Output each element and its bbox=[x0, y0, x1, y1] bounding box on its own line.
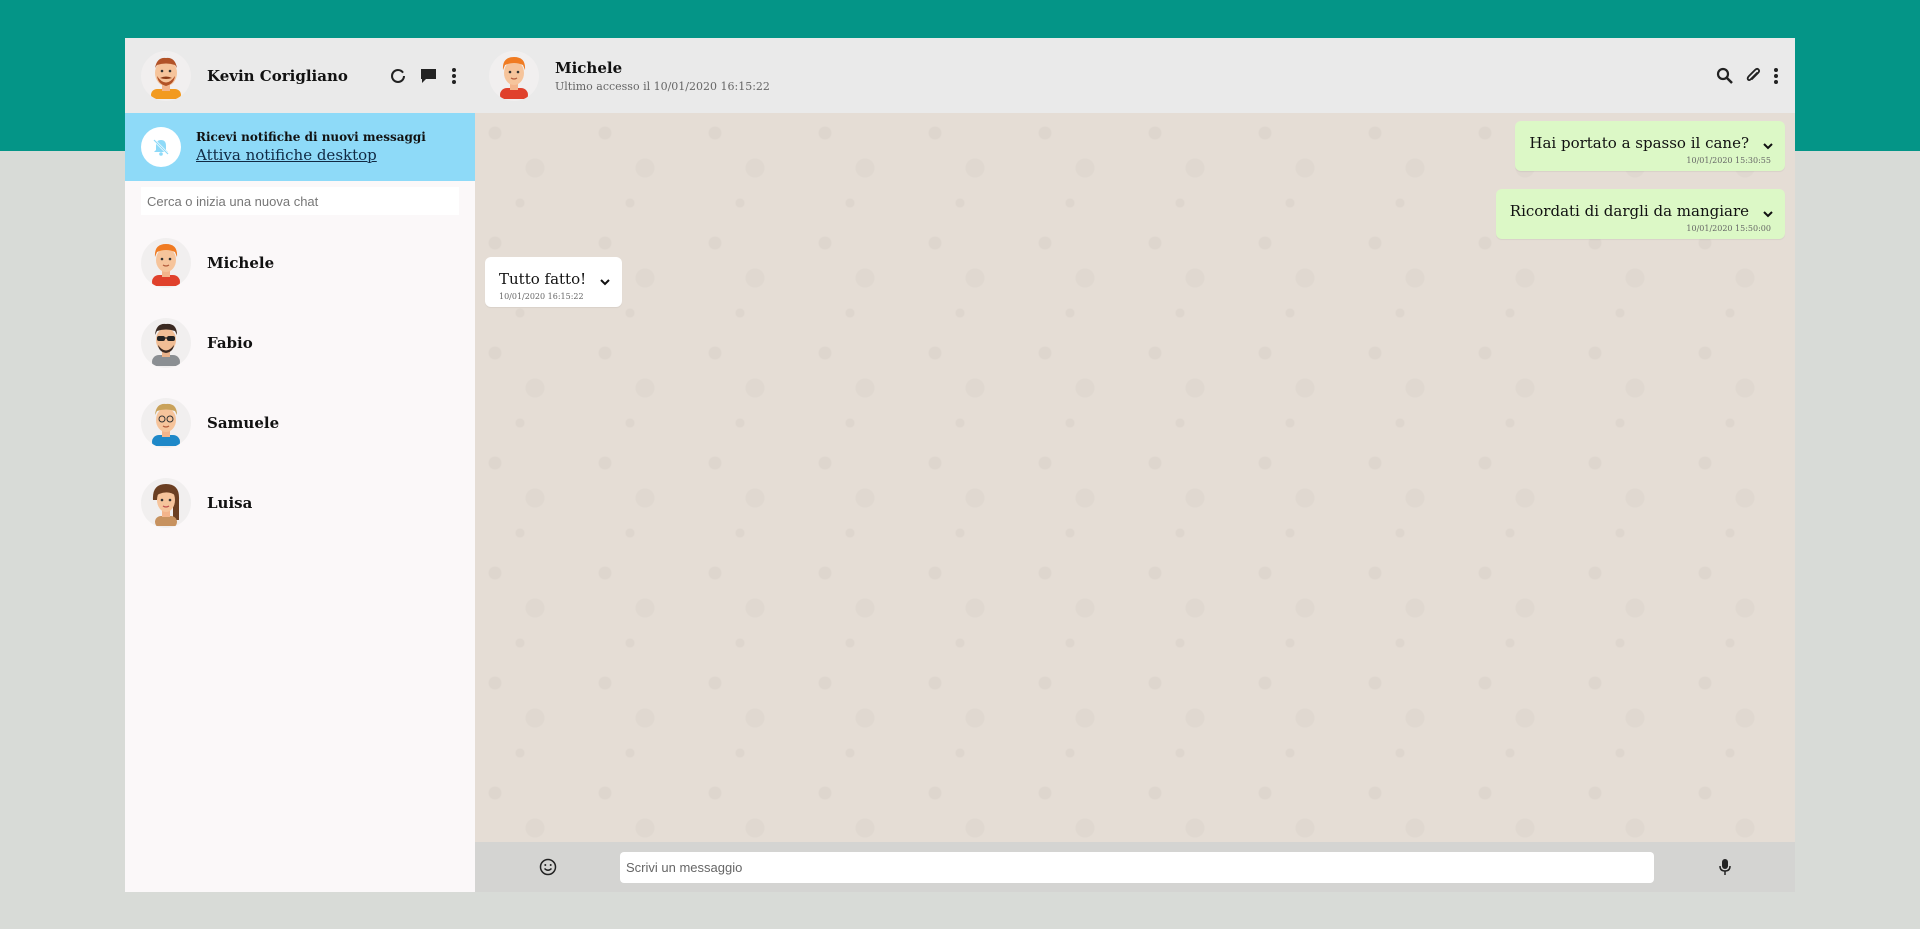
menu-dots-icon[interactable] bbox=[451, 67, 457, 85]
sidebar: Kevin Corigliano Ricevi notifiche di nuo… bbox=[125, 38, 475, 892]
message-text: Ricordati di dargli da mangiare bbox=[1509, 202, 1749, 220]
user-name: Kevin Corigliano bbox=[207, 66, 348, 85]
enable-notifications-link[interactable]: Attiva notifiche desktop bbox=[196, 146, 377, 164]
contact-item-luisa[interactable]: Luisa bbox=[125, 463, 475, 543]
contact-list: Michele Fabio Samuele Luisa bbox=[125, 223, 475, 543]
app-window: Kevin Corigliano Ricevi notifiche di nuo… bbox=[125, 38, 1795, 892]
search-input[interactable] bbox=[141, 187, 459, 215]
chat-title: Michele Ultimo accesso il 10/01/2020 16:… bbox=[555, 59, 1716, 93]
contact-name: Fabio bbox=[207, 334, 253, 352]
message-row: Hai portato a spasso il cane? 10/01/2020… bbox=[485, 121, 1785, 171]
chat-avatar[interactable] bbox=[489, 50, 539, 101]
sidebar-header-actions bbox=[390, 67, 457, 85]
contact-item-samuele[interactable]: Samuele bbox=[125, 383, 475, 463]
contact-item-michele[interactable]: Michele bbox=[125, 223, 475, 303]
contact-avatar bbox=[141, 398, 191, 448]
search-icon[interactable] bbox=[1716, 67, 1733, 84]
chevron-down-icon[interactable] bbox=[1763, 203, 1773, 222]
search-bar bbox=[125, 181, 475, 223]
menu-dots-icon[interactable] bbox=[1773, 67, 1779, 85]
sent-message-bubble[interactable]: Ricordati di dargli da mangiare 10/01/20… bbox=[1495, 189, 1785, 239]
sidebar-header: Kevin Corigliano bbox=[125, 38, 475, 113]
message-timestamp: 10/01/2020 15:50:00 bbox=[1686, 224, 1771, 233]
contact-item-fabio[interactable]: Fabio bbox=[125, 303, 475, 383]
chat-header-actions bbox=[1716, 67, 1779, 85]
microphone-icon[interactable] bbox=[1654, 858, 1795, 876]
chat-avatar-image bbox=[500, 56, 528, 99]
message-text: Hai portato a spasso il cane? bbox=[1529, 134, 1749, 152]
received-message-bubble[interactable]: Tutto fatto! 10/01/2020 16:15:22 bbox=[485, 257, 623, 307]
message-area: Hai portato a spasso il cane? 10/01/2020… bbox=[475, 113, 1795, 842]
message-row: Tutto fatto! 10/01/2020 16:15:22 bbox=[485, 257, 1785, 307]
user-avatar-image bbox=[151, 57, 181, 99]
chevron-down-icon[interactable] bbox=[1763, 135, 1773, 154]
paperclip-icon[interactable] bbox=[1745, 67, 1761, 84]
user-avatar[interactable] bbox=[141, 50, 191, 101]
message-timestamp: 10/01/2020 16:15:22 bbox=[499, 292, 584, 301]
chat-header: Michele Ultimo accesso il 10/01/2020 16:… bbox=[475, 38, 1795, 113]
message-timestamp: 10/01/2020 15:30:55 bbox=[1686, 156, 1771, 165]
notification-banner: Ricevi notifiche di nuovi messaggi Attiv… bbox=[125, 113, 475, 181]
bell-off-icon bbox=[153, 139, 169, 156]
chat-panel: Michele Ultimo accesso il 10/01/2020 16:… bbox=[475, 38, 1795, 892]
message-input[interactable] bbox=[620, 851, 1654, 883]
contact-avatar bbox=[141, 318, 191, 368]
message-composer bbox=[475, 842, 1795, 892]
message-text: Tutto fatto! bbox=[499, 270, 587, 288]
status-icon[interactable] bbox=[390, 68, 406, 84]
sent-message-bubble[interactable]: Hai portato a spasso il cane? 10/01/2020… bbox=[1515, 121, 1785, 171]
contact-name: Samuele bbox=[207, 414, 280, 432]
notification-title: Ricevi notifiche di nuovi messaggi bbox=[196, 130, 426, 144]
notification-circle[interactable] bbox=[141, 127, 181, 167]
notification-text: Ricevi notifiche di nuovi messaggi Attiv… bbox=[196, 130, 426, 164]
chat-contact-name: Michele bbox=[555, 58, 623, 77]
contact-avatar bbox=[141, 238, 191, 288]
contact-name: Michele bbox=[207, 254, 275, 272]
chevron-down-icon[interactable] bbox=[600, 271, 610, 290]
last-seen-status: Ultimo accesso il 10/01/2020 16:15:22 bbox=[555, 79, 770, 93]
contact-avatar bbox=[141, 478, 191, 528]
contact-name: Luisa bbox=[207, 494, 253, 512]
message-row: Ricordati di dargli da mangiare 10/01/20… bbox=[485, 189, 1785, 239]
chat-icon[interactable] bbox=[420, 68, 437, 84]
emoji-icon[interactable] bbox=[475, 858, 620, 876]
